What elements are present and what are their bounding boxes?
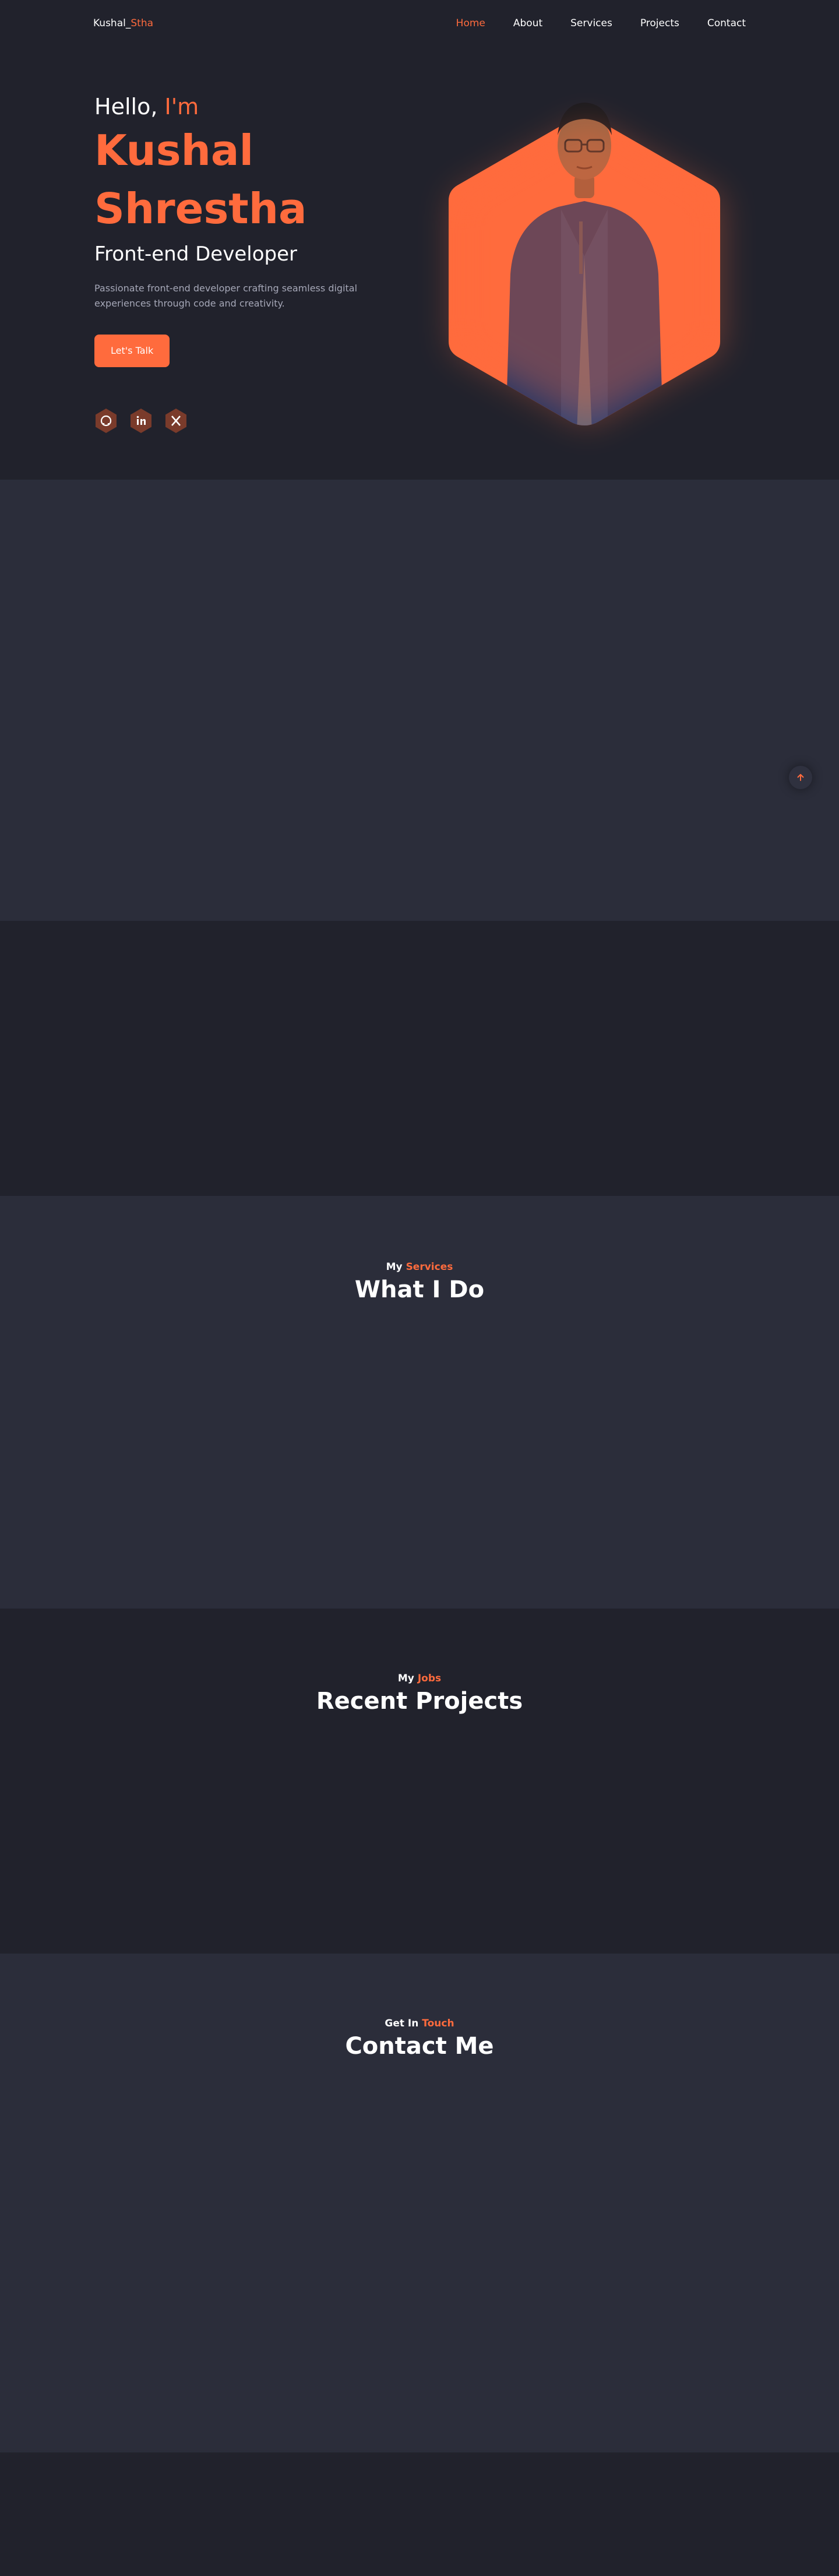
github-icon <box>96 409 117 433</box>
footer-section <box>0 2452 839 2576</box>
nav-services[interactable]: Services <box>570 17 612 29</box>
contact-eyebrow-accent: Touch <box>422 2018 454 2029</box>
nav-contact[interactable]: Contact <box>707 17 746 29</box>
lets-talk-button[interactable]: Let's Talk <box>94 335 170 367</box>
logo-main: Kushal_ <box>93 17 131 29</box>
services-eyebrow-accent: Services <box>406 1261 453 1273</box>
hello-text: Hello, <box>94 94 158 119</box>
hero-intro: Hello, I'm Kushal Shrestha Front-end Dev… <box>94 92 374 434</box>
projects-header: My Jobs Recent Projects <box>0 1673 839 1715</box>
contact-title: Contact Me <box>345 2033 494 2060</box>
projects-eyebrow-accent: Jobs <box>417 1673 442 1684</box>
linkedin-icon <box>131 409 151 433</box>
hero-last-name: Shrestha <box>94 184 307 233</box>
hero-first-name: Kushal <box>94 126 254 175</box>
projects-title: Recent Projects <box>316 1688 523 1715</box>
projects-eyebrow: My Jobs <box>0 1673 839 1684</box>
hero-section: Hello, I'm Kushal Shrestha Front-end Dev… <box>0 0 839 480</box>
about-section <box>0 480 839 921</box>
services-eyebrow: My Services <box>0 1261 839 1273</box>
nav-home[interactable]: Home <box>456 17 485 29</box>
x-link[interactable] <box>164 408 188 434</box>
portrait-glow <box>453 122 721 425</box>
contact-eyebrow: Get In Touch <box>0 2018 839 2029</box>
contact-header: Get In Touch Contact Me <box>0 2018 839 2060</box>
nav-links: Home About Services Projects Contact <box>456 17 746 29</box>
site-logo[interactable]: Kushal_Stha <box>93 17 153 29</box>
hero-description: Passionate front-end developer crafting … <box>94 283 358 309</box>
hero-portrait <box>442 82 727 431</box>
services-eyebrow-main: My <box>386 1261 403 1273</box>
social-links <box>94 408 374 434</box>
projects-eyebrow-main: My <box>397 1673 414 1684</box>
hero-greeting: Hello, I'm <box>94 92 374 121</box>
github-link[interactable] <box>94 408 118 434</box>
arrow-up-icon <box>797 774 804 781</box>
contact-eyebrow-main: Get In <box>385 2018 419 2029</box>
nav-about[interactable]: About <box>513 17 542 29</box>
hero-role: Front-end Developer <box>94 242 297 266</box>
back-to-top-button[interactable] <box>789 766 812 789</box>
services-section: My Services What I Do <box>0 1196 839 1609</box>
linkedin-link[interactable] <box>129 408 153 434</box>
skills-section <box>0 921 839 1196</box>
contact-section: Get In Touch Contact Me <box>0 1954 839 2452</box>
logo-accent: Stha <box>131 17 154 29</box>
projects-section: My Jobs Recent Projects <box>0 1609 839 1954</box>
services-title: What I Do <box>354 1276 485 1303</box>
x-icon <box>165 409 186 433</box>
top-navbar: Kushal_Stha Home About Services Projects… <box>0 0 839 47</box>
services-header: My Services What I Do <box>0 1261 839 1303</box>
nav-projects[interactable]: Projects <box>640 17 679 29</box>
im-text: I'm <box>164 94 199 119</box>
